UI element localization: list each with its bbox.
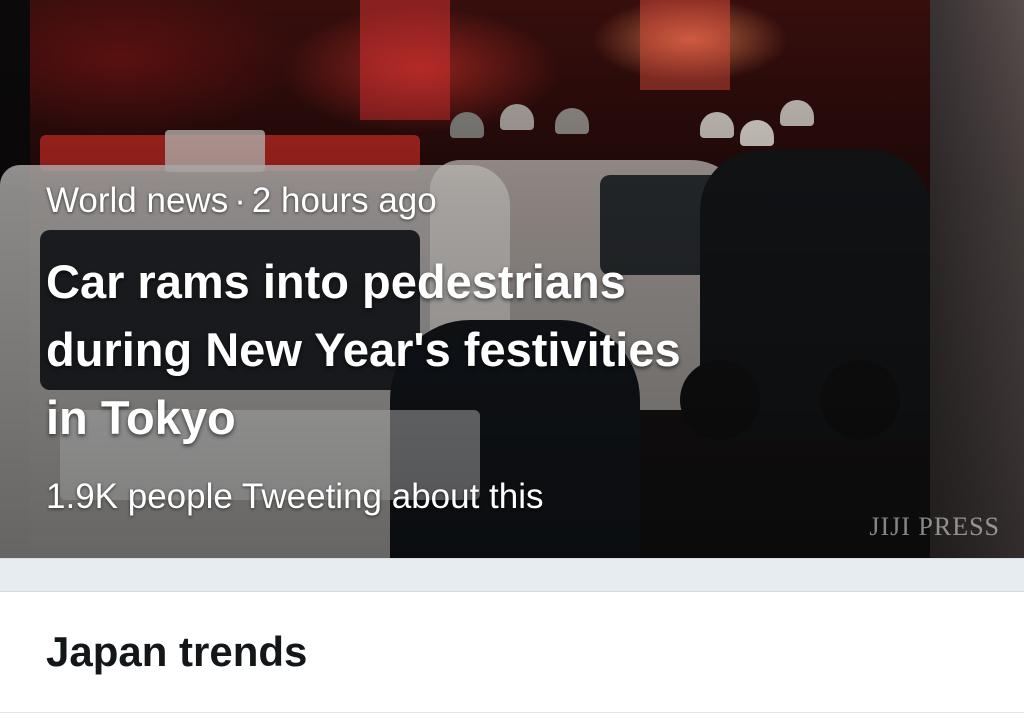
story-time: 2 hours ago (251, 181, 437, 220)
headline-line: in Tokyo (46, 391, 236, 444)
photo-credit-watermark: JIJI PRESS (869, 512, 1000, 541)
meta-separator: · (234, 181, 246, 220)
headline-line: Car rams into pedestrians (46, 255, 626, 308)
tweet-count: 1.9K people Tweeting about this (46, 477, 544, 516)
story-headline[interactable]: Car rams into pedestrians during New Yea… (46, 248, 946, 452)
news-story-card[interactable]: World news · 2 hours ago Car rams into ped… (0, 0, 1024, 558)
trends-heading: Japan trends (46, 628, 308, 675)
headline-line: during New Year's festivities (46, 323, 681, 376)
story-meta: World news · 2 hours ago (46, 180, 946, 222)
section-separator (0, 558, 1024, 592)
divider (0, 712, 1024, 713)
story-category: World news (46, 181, 229, 220)
